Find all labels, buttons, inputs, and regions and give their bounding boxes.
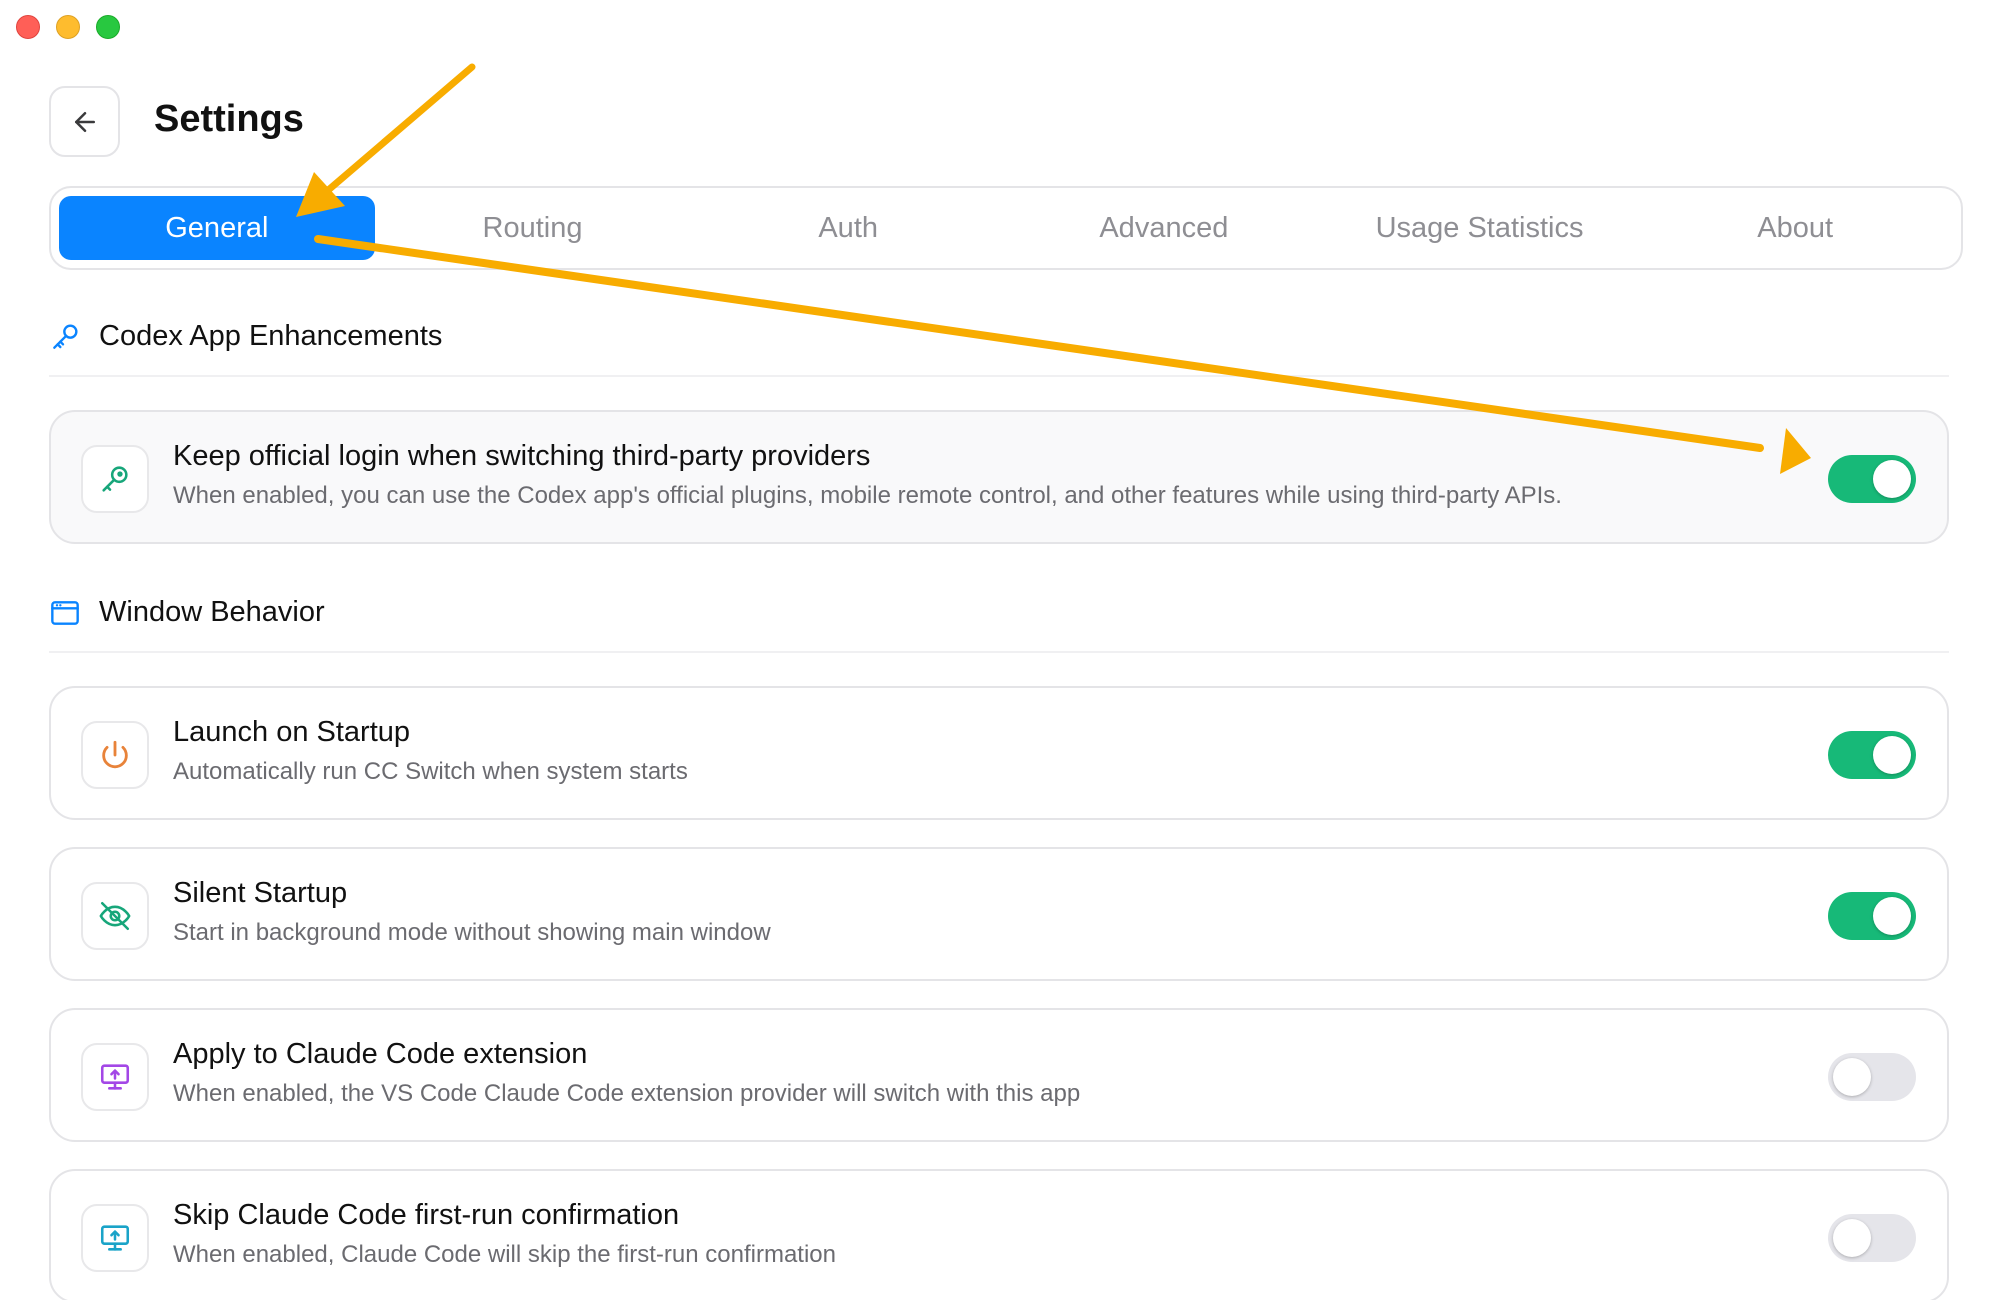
section-codex-title: Codex App Enhancements	[99, 320, 443, 352]
setting-icon-box	[81, 882, 149, 950]
toggle-knob	[1873, 897, 1911, 935]
key-icon	[102, 466, 128, 492]
section-divider	[49, 651, 1949, 653]
launch-on-startup-toggle[interactable]	[1828, 731, 1916, 779]
back-button[interactable]	[49, 86, 120, 157]
settings-tabbar: General Routing Auth Advanced Usage Stat…	[49, 186, 1963, 270]
skip-first-run-toggle[interactable]	[1828, 1214, 1916, 1262]
setting-title: Apply to Claude Code extension	[173, 1038, 588, 1070]
setting-card-silent-startup: Silent Startup Start in background mode …	[49, 847, 1949, 981]
setting-title: Silent Startup	[173, 877, 348, 909]
tab-advanced[interactable]: Advanced	[1006, 196, 1322, 260]
toggle-knob	[1873, 736, 1911, 774]
page-title: Settings	[154, 98, 304, 140]
toggle-knob	[1833, 1058, 1871, 1096]
section-window-header: Window Behavior	[49, 596, 325, 629]
window-controls	[16, 15, 120, 39]
toggle-knob	[1873, 460, 1911, 498]
setting-title: Launch on Startup	[173, 716, 411, 748]
section-window-title: Window Behavior	[99, 596, 325, 628]
setting-icon-box	[81, 721, 149, 789]
monitor-upload-icon	[100, 1064, 130, 1090]
setting-description: Automatically run CC Switch when system …	[173, 758, 688, 785]
toggle-knob	[1833, 1219, 1871, 1257]
tab-routing[interactable]: Routing	[375, 196, 691, 260]
setting-description: When enabled, you can use the Codex app'…	[173, 482, 1562, 509]
zoom-window-button[interactable]	[96, 15, 120, 39]
monitor-upload-icon	[100, 1225, 130, 1251]
setting-card-skip-first-run: Skip Claude Code first-run confirmation …	[49, 1169, 1949, 1300]
setting-card-launch-on-startup: Launch on Startup Automatically run CC S…	[49, 686, 1949, 820]
setting-description: When enabled, the VS Code Claude Code ex…	[173, 1080, 1081, 1107]
setting-title: Skip Claude Code first-run confirmation	[173, 1199, 680, 1231]
window-icon	[51, 600, 79, 625]
setting-icon-box	[81, 1204, 149, 1272]
setting-card-keep-official-login: Keep official login when switching third…	[49, 410, 1949, 544]
setting-icon-box	[81, 445, 149, 513]
setting-title: Keep official login when switching third…	[173, 440, 871, 472]
setting-icon-box	[81, 1043, 149, 1111]
tab-general[interactable]: General	[59, 196, 375, 260]
eye-off-icon	[99, 901, 131, 931]
key-icon	[53, 323, 78, 349]
silent-startup-toggle[interactable]	[1828, 892, 1916, 940]
tab-about[interactable]: About	[1637, 196, 1953, 260]
minimize-window-button[interactable]	[56, 15, 80, 39]
tab-usage-statistics[interactable]: Usage Statistics	[1322, 196, 1638, 260]
tab-auth[interactable]: Auth	[690, 196, 1006, 260]
section-divider	[49, 375, 1949, 377]
arrow-left-icon	[74, 111, 95, 132]
close-window-button[interactable]	[16, 15, 40, 39]
keep-official-login-toggle[interactable]	[1828, 455, 1916, 503]
section-codex-header: Codex App Enhancements	[49, 320, 442, 353]
apply-claude-extension-toggle[interactable]	[1828, 1053, 1916, 1101]
setting-description: When enabled, Claude Code will skip the …	[173, 1241, 836, 1268]
setting-description: Start in background mode without showing…	[173, 919, 771, 946]
setting-card-apply-claude-extension: Apply to Claude Code extension When enab…	[49, 1008, 1949, 1142]
power-icon	[102, 740, 128, 769]
